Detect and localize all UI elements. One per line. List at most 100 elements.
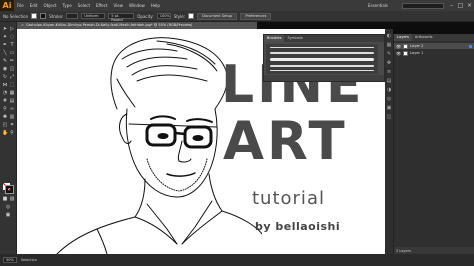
color-mode-icon[interactable]: ■	[2, 196, 8, 202]
fill-swatch[interactable]	[31, 13, 38, 19]
stroke-color-icon[interactable]	[5, 185, 14, 194]
brush-item[interactable]	[270, 70, 374, 71]
search-input[interactable]	[402, 2, 444, 9]
workspace-switcher[interactable]: Essentials	[368, 3, 388, 8]
layers-panel-icon[interactable]: ◫	[386, 114, 392, 120]
symbol-sprayer-tool-icon[interactable]: ✺	[2, 114, 8, 120]
menu-view[interactable]: View	[111, 0, 127, 11]
graphic-styles-panel-icon[interactable]: ▣	[386, 105, 392, 111]
brushes-panel-icon[interactable]: ✎	[386, 51, 392, 57]
minimize-icon[interactable]: –	[447, 0, 456, 11]
layer-thumbnail	[403, 43, 408, 49]
hand-tool-icon[interactable]: ✋	[2, 130, 8, 136]
brush-list[interactable]	[266, 44, 378, 74]
layer-row[interactable]: 👁 Layer 1	[394, 50, 474, 56]
document-tab-bar: × Cashulan-Khyan-Kriliku-Dimiryo-Pemah-Dr…	[17, 22, 257, 29]
color-panel-icon[interactable]: ◐	[386, 33, 392, 39]
maximize-icon[interactable]: □	[456, 0, 465, 11]
rotate-tool-icon[interactable]: ↻	[2, 74, 8, 80]
visibility-eye-icon[interactable]: 👁	[396, 44, 401, 49]
stroke-weight-field[interactable]	[66, 13, 79, 19]
symbols-panel-icon[interactable]: ✤	[386, 60, 392, 66]
rectangle-tool-icon[interactable]: ▭	[9, 50, 15, 56]
panel-dock: ◐ ▦ ✎ ✤ ≡ ▤ ◑ ◎ ▣ ◫	[385, 29, 393, 254]
control-bar: No Selection Stroke: Uniform 5 pt. Round…	[0, 11, 474, 22]
variable-width-select[interactable]: Uniform	[81, 13, 106, 19]
brush-item[interactable]	[270, 58, 374, 61]
draw-mode-icon[interactable]: ◎	[5, 204, 11, 210]
current-tool-status[interactable]: Selection	[21, 258, 37, 262]
gradient-mode-icon[interactable]: ▨	[9, 196, 15, 202]
brush-item[interactable]	[270, 65, 374, 67]
stroke-panel-icon[interactable]: ≡	[386, 69, 392, 75]
perspective-grid-tool-icon[interactable]: ▦	[9, 90, 15, 96]
shape-builder-tool-icon[interactable]: ◔	[2, 90, 8, 96]
document-setup-button[interactable]: Document Setup	[197, 12, 238, 20]
transparency-panel-icon[interactable]: ◑	[386, 87, 392, 93]
magic-wand-tool-icon[interactable]: ✦	[2, 34, 8, 40]
tab-symbols[interactable]: Symbols	[284, 35, 305, 42]
layer-thumbnail	[403, 50, 408, 56]
menu-edit[interactable]: Edit	[27, 0, 41, 11]
layers-count: 2 Layers	[396, 248, 411, 253]
slice-tool-icon[interactable]: ⌗	[9, 122, 15, 128]
close-icon[interactable]: ×	[465, 0, 474, 11]
width-tool-icon[interactable]: ⋈	[2, 82, 8, 88]
author-byline: by bellaoishi	[255, 220, 341, 233]
graphic-style-swatch[interactable]	[188, 13, 195, 19]
menu-help[interactable]: Help	[148, 0, 163, 11]
layers-panel-footer: 2 Layers	[394, 247, 474, 254]
subtitle-tutorial: tutorial	[252, 188, 325, 209]
blend-tool-icon[interactable]: ∞	[9, 106, 15, 112]
column-graph-tool-icon[interactable]: ▥	[9, 114, 15, 120]
layer-name[interactable]: Layer 1	[410, 51, 423, 55]
selection-tool-icon[interactable]: ➤	[2, 26, 8, 32]
zoom-tool-icon[interactable]: ⚲	[9, 130, 15, 136]
menu-type[interactable]: Type	[59, 0, 74, 11]
pen-tool-icon[interactable]: ✒	[2, 42, 8, 48]
eyedropper-tool-icon[interactable]: ⚲	[2, 106, 8, 112]
app-logo: Ai	[0, 0, 14, 11]
menu-object[interactable]: Object	[40, 0, 59, 11]
layers-panel: Layers Artboards 👁 Layer 2 👁 Layer 1 2 L…	[393, 34, 474, 254]
brush-item[interactable]	[270, 52, 374, 54]
artboard-tool-icon[interactable]: ◰	[2, 122, 8, 128]
scale-tool-icon[interactable]: ⤢	[9, 74, 15, 80]
line-tool-icon[interactable]: ╲	[2, 50, 8, 56]
menu-effect[interactable]: Effect	[93, 0, 111, 11]
eraser-tool-icon[interactable]: ◫	[9, 66, 15, 72]
zoom-level-field[interactable]: 50%	[3, 257, 17, 263]
close-tab-icon[interactable]: ×	[21, 23, 24, 27]
pencil-tool-icon[interactable]: ✏	[9, 58, 15, 64]
menu-window[interactable]: Window	[126, 0, 148, 11]
swatches-panel-icon[interactable]: ▦	[386, 42, 392, 48]
layer-target-indicator[interactable]	[469, 44, 472, 48]
mesh-tool-icon[interactable]: #	[2, 98, 8, 104]
blob-brush-tool-icon[interactable]: ◉	[2, 66, 8, 72]
menu-file[interactable]: File	[14, 0, 27, 11]
brush-item[interactable]	[270, 47, 374, 48]
stroke-swatch[interactable]	[40, 13, 47, 19]
appearance-panel-icon[interactable]: ◎	[386, 96, 392, 102]
tab-artboards[interactable]: Artboards	[412, 34, 436, 41]
layer-name[interactable]: Layer 2	[410, 44, 423, 48]
gradient-tool-icon[interactable]: ▤	[9, 98, 15, 104]
type-tool-icon[interactable]: T	[9, 42, 15, 48]
document-tab[interactable]: × Cashulan-Khyan-Kriliku-Dimiryo-Pemah-Dr…	[17, 22, 257, 29]
menu-select[interactable]: Select	[75, 0, 93, 11]
brush-definition-select[interactable]: 5 pt. Round	[108, 13, 135, 22]
paintbrush-tool-icon[interactable]: ✎	[2, 58, 8, 64]
tab-brushes[interactable]: Brushes	[264, 35, 285, 42]
tab-layers[interactable]: Layers	[394, 34, 412, 41]
visibility-eye-icon[interactable]: 👁	[396, 51, 401, 56]
fill-stroke-selector[interactable]	[3, 183, 14, 194]
preferences-button[interactable]: Preferences	[240, 12, 272, 20]
gradient-panel-icon[interactable]: ▤	[386, 78, 392, 84]
lasso-tool-icon[interactable]: ◌	[9, 34, 15, 40]
direct-selection-tool-icon[interactable]: ▷	[9, 26, 15, 32]
opacity-field[interactable]: 100%	[156, 13, 171, 19]
layer-row[interactable]: 👁 Layer 2	[394, 43, 474, 49]
free-transform-tool-icon[interactable]: ⬚	[9, 82, 15, 88]
screen-mode-icon[interactable]: ▣	[5, 212, 11, 218]
style-label: Style:	[173, 13, 186, 19]
